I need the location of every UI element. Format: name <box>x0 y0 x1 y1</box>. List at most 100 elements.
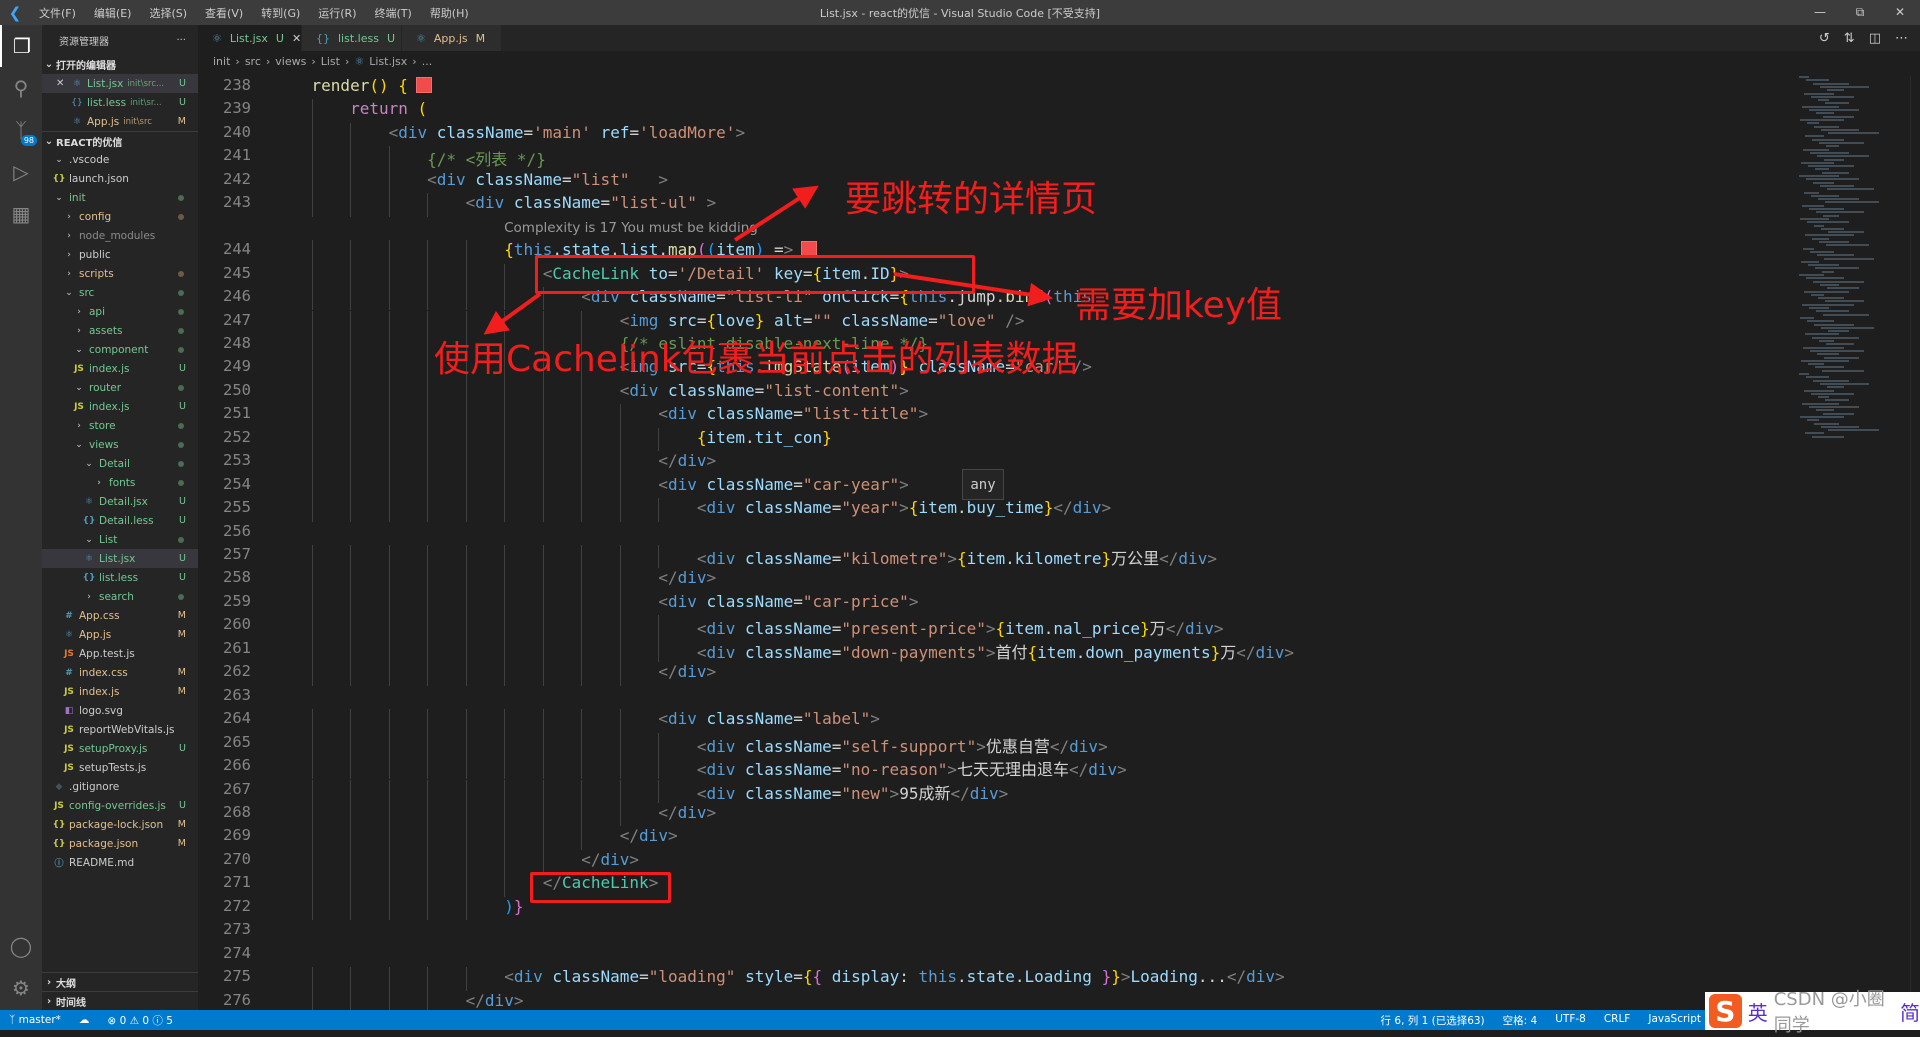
cursor-position[interactable]: 行 6, 列 1 (已选择63) <box>1372 1013 1494 1028</box>
minimap-line <box>1808 264 1839 267</box>
project-section[interactable]: ⌄ REACT的优信 <box>42 131 198 150</box>
minimap-line <box>1825 399 1849 402</box>
tree-item[interactable]: JS index.js U <box>42 397 198 416</box>
tree-item[interactable]: {} Detail.less U <box>42 511 198 530</box>
breadcrumb-item[interactable]: init <box>213 55 230 68</box>
tree-item[interactable]: › search <box>42 587 198 606</box>
indent-guide <box>388 263 390 288</box>
line-number: 240 <box>223 122 251 141</box>
tree-item[interactable]: › store <box>42 416 198 435</box>
ime-simplified[interactable]: 简 <box>1900 997 1920 1026</box>
tree-item[interactable]: ⌄ .vscode <box>42 150 198 169</box>
menu-item[interactable]: 转到(G) <box>252 5 309 21</box>
tree-item[interactable]: › scripts <box>42 264 198 283</box>
minimap[interactable] <box>1795 76 1905 456</box>
search-icon[interactable]: ⚲ <box>0 67 42 109</box>
close-icon[interactable]: ✕ <box>56 78 70 89</box>
tree-item[interactable]: › public <box>42 245 198 264</box>
timeline-history-icon[interactable]: ↺ <box>1819 31 1830 46</box>
indent-guide <box>542 732 544 757</box>
tree-item[interactable]: {} package.json M <box>42 834 198 853</box>
more-icon[interactable]: ⋯ <box>1895 31 1908 46</box>
menu-item[interactable]: 选择(S) <box>140 5 196 21</box>
tree-item[interactable]: ⌄ component <box>42 340 198 359</box>
encoding[interactable]: UTF-8 <box>1546 1013 1595 1028</box>
tree-item[interactable]: JS config-overrides.js U <box>42 796 198 815</box>
tree-item[interactable]: ⌄ views <box>42 435 198 454</box>
outline-section[interactable]: › 大纲 <box>42 972 198 991</box>
source-control-icon[interactable]: ᛉ 98 <box>0 109 42 151</box>
breadcrumb-item[interactable]: List.jsx <box>369 55 407 68</box>
tree-item[interactable]: › config <box>42 207 198 226</box>
menu-item[interactable]: 查看(V) <box>196 5 252 21</box>
open-editor-item[interactable]: {} list.less init\sr... U <box>42 93 198 112</box>
tree-item[interactable]: {} package-lock.json M <box>42 815 198 834</box>
close-tab-icon[interactable]: ✕ <box>292 32 301 45</box>
account-icon[interactable]: ◯ <box>0 925 42 967</box>
tree-item[interactable]: › api <box>42 302 198 321</box>
file-name: List <box>99 533 118 546</box>
menu-item[interactable]: 文件(F) <box>30 5 85 21</box>
vertical-scrollbar[interactable] <box>1910 76 1920 1010</box>
tree-item[interactable]: ⚛ Detail.jsx U <box>42 492 198 511</box>
tree-item[interactable]: ◆ .gitignore <box>42 777 198 796</box>
chevron-right-icon: › <box>77 325 81 336</box>
menu-item[interactable]: 运行(R) <box>309 5 365 21</box>
tree-item[interactable]: ⌄ router <box>42 378 198 397</box>
settings-gear-icon[interactable]: ⚙ <box>0 967 42 1009</box>
breadcrumb-item[interactable]: views <box>275 55 306 68</box>
problems-indicator[interactable]: ⊗ 0 ⚠ 0 ⓘ 5 <box>98 1013 181 1028</box>
explorer-icon[interactable]: ❐ <box>0 25 42 67</box>
tab-list-less[interactable]: {} list.less U <box>302 25 402 51</box>
tab-app-js[interactable]: ⚛ App.js M <box>402 25 502 51</box>
language-mode[interactable]: JavaScript <box>1639 1013 1710 1028</box>
indentation[interactable]: 空格: 4 <box>1494 1013 1547 1028</box>
tree-item[interactable]: › node_modules <box>42 226 198 245</box>
tree-item[interactable]: ⌄ src <box>42 283 198 302</box>
restore-button[interactable]: ⧉ <box>1840 0 1880 25</box>
ime-mode[interactable]: 英 <box>1748 997 1768 1026</box>
minimize-button[interactable]: — <box>1800 0 1840 25</box>
tree-item[interactable]: › fonts <box>42 473 198 492</box>
tree-item[interactable]: # App.css M <box>42 606 198 625</box>
menu-item[interactable]: 帮助(H) <box>421 5 478 21</box>
tree-item[interactable]: ⚛ App.js M <box>42 625 198 644</box>
open-editor-item[interactable]: ⚛ App.js init\src M <box>42 112 198 131</box>
breadcrumb-item[interactable]: src <box>245 55 261 68</box>
open-editor-item[interactable]: ✕ ⚛ List.jsx init\src... U <box>42 74 198 93</box>
tree-item[interactable]: JS reportWebVitals.js <box>42 720 198 739</box>
minimap-line <box>1804 92 1834 95</box>
timeline-section[interactable]: › 时间线 <box>42 991 198 1010</box>
menu-item[interactable]: 终端(T) <box>366 5 421 21</box>
extensions-icon[interactable]: ▦ <box>0 193 42 235</box>
tree-item[interactable]: {} launch.json <box>42 169 198 188</box>
tree-item[interactable]: # index.css M <box>42 663 198 682</box>
breadcrumb-item[interactable]: List <box>321 55 340 68</box>
tree-item[interactable]: {} list.less U <box>42 568 198 587</box>
run-debug-icon[interactable]: ▷ <box>0 151 42 193</box>
tab-list-jsx[interactable]: ⚛ List.jsx U ✕ <box>198 25 302 51</box>
open-editors-section[interactable]: ⌄ 打开的编辑器 <box>42 55 198 74</box>
close-window-button[interactable]: ✕ <box>1880 0 1920 25</box>
tree-item[interactable]: › assets <box>42 321 198 340</box>
codelens[interactable]: Complexity is 17 You must be kidding <box>504 220 758 236</box>
tree-item[interactable]: ◧ logo.svg <box>42 701 198 720</box>
split-editor-icon[interactable]: ◫ <box>1869 31 1881 46</box>
end-of-line[interactable]: CRLF <box>1595 1013 1640 1028</box>
menu-item[interactable]: 编辑(E) <box>85 5 141 21</box>
tree-item[interactable]: ⚛ List.jsx U <box>42 549 198 568</box>
more-actions-button[interactable]: ··· <box>176 35 186 46</box>
tree-item[interactable]: ⌄ Detail <box>42 454 198 473</box>
tree-item[interactable]: ⌄ init <box>42 188 198 207</box>
tree-item[interactable]: ⓘ README.md <box>42 853 198 872</box>
branch-indicator[interactable]: ᛉ master* <box>0 1014 70 1026</box>
tree-item[interactable]: JS index.js U <box>42 359 198 378</box>
tree-item[interactable]: JS App.test.js <box>42 644 198 663</box>
open-changes-icon[interactable]: ⇅ <box>1844 31 1855 46</box>
tree-item[interactable]: JS setupTests.js <box>42 758 198 777</box>
sync-cloud-icon[interactable]: ☁ <box>70 1014 99 1026</box>
tree-item[interactable]: JS index.js M <box>42 682 198 701</box>
breadcrumb-item[interactable]: ... <box>422 55 433 68</box>
tree-item[interactable]: ⌄ List <box>42 530 198 549</box>
tree-item[interactable]: JS setupProxy.js U <box>42 739 198 758</box>
